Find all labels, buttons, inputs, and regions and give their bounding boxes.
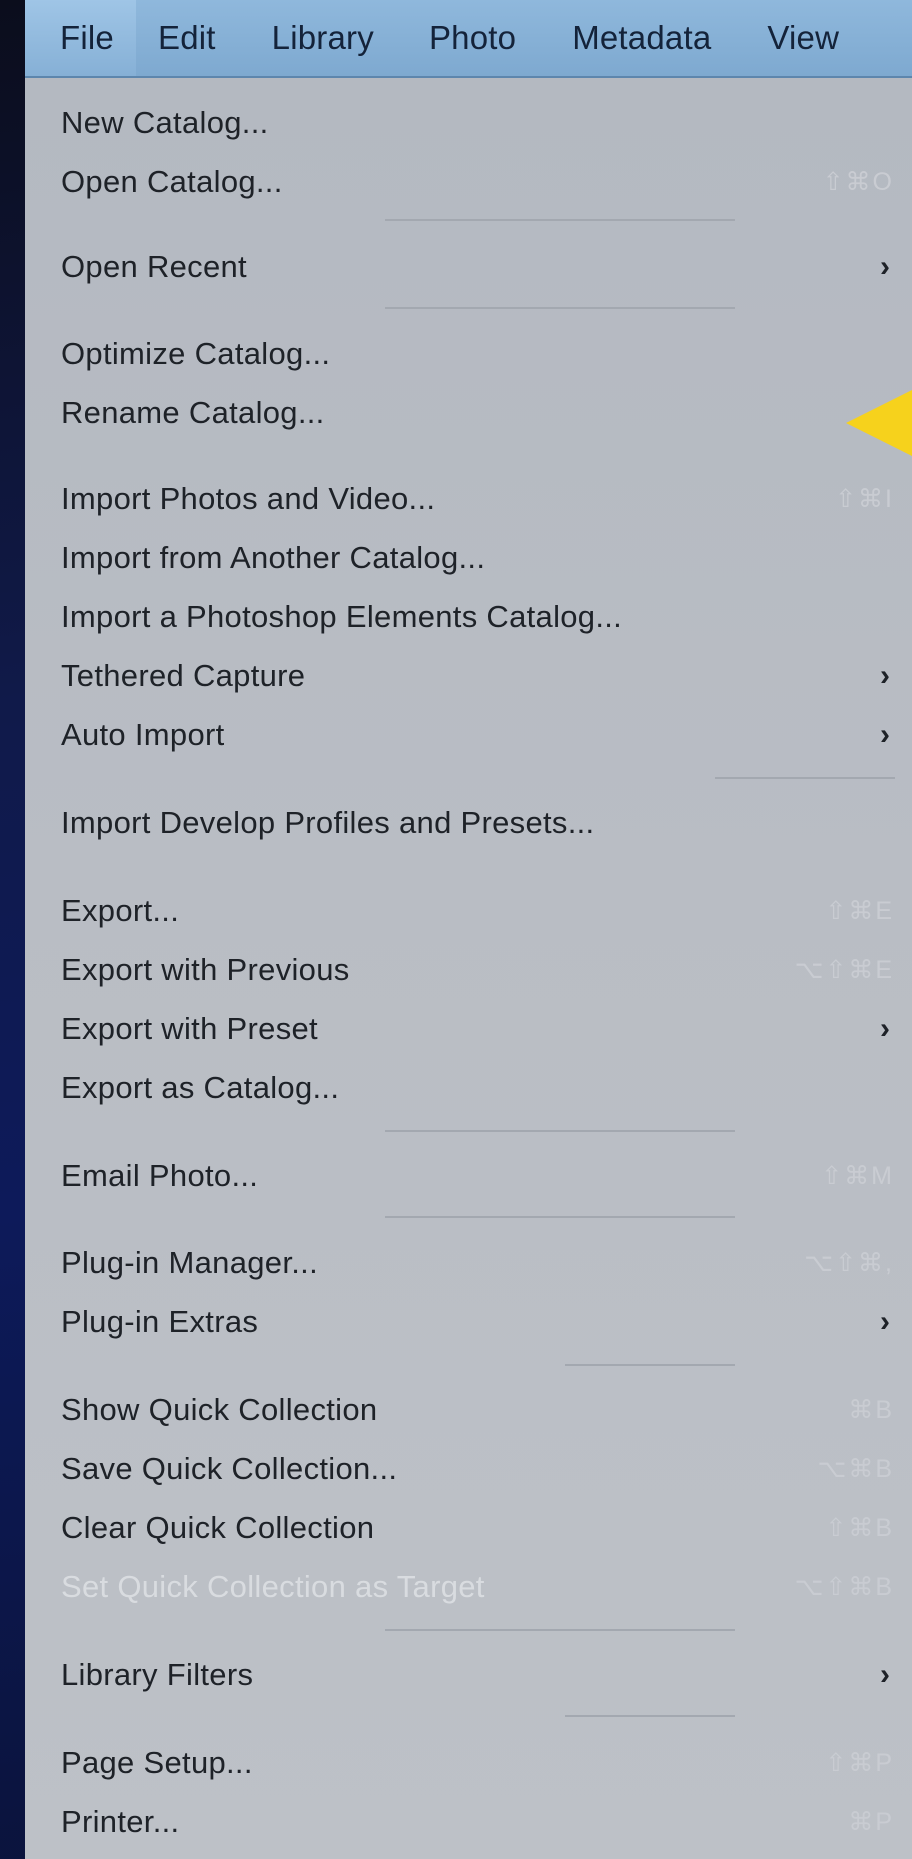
menu-separator <box>715 777 895 779</box>
menu-item-email-photo[interactable]: Email Photo... ⇧⌘M <box>25 1153 912 1203</box>
menu-item-label: Printer... <box>61 1804 180 1839</box>
shortcut-label: ⇧⌘M <box>821 1162 894 1190</box>
menu-item-export-as-catalog[interactable]: Export as Catalog... <box>25 1065 912 1115</box>
menu-item-label: New Catalog... <box>61 105 269 140</box>
submenu-arrow-icon: › <box>880 1012 890 1045</box>
shortcut-label: ⇧⌘I <box>835 485 894 513</box>
submenu-arrow-icon: › <box>880 718 890 751</box>
shortcut-label: ⌘B <box>848 1396 894 1424</box>
menu-item-label: Library Filters <box>61 1657 254 1692</box>
menu-item-clear-quick-collection[interactable]: Clear Quick Collection ⇧⌘B <box>25 1505 912 1555</box>
menu-separator <box>385 1629 735 1631</box>
menu-item-label: Import Develop Profiles and Presets... <box>61 805 595 840</box>
menu-item-label: Plug-in Manager... <box>61 1245 318 1280</box>
menu-item-save-quick-collection[interactable]: Save Quick Collection... ⌥⌘B <box>25 1446 912 1496</box>
menu-item-label: Save Quick Collection... <box>61 1451 398 1486</box>
menu-item-label: Import a Photoshop Elements Catalog... <box>61 599 623 634</box>
menu-separator <box>385 1130 735 1132</box>
shortcut-label: ⇧⌘B <box>825 1514 894 1542</box>
menu-item-label: Import Photos and Video... <box>61 481 436 516</box>
menu-item-label: Export... <box>61 893 180 928</box>
menu-item-label: Rename Catalog... <box>61 395 325 430</box>
menu-item-import-from-catalog[interactable]: Import from Another Catalog... <box>25 535 912 585</box>
menubar-edit[interactable]: Edit <box>136 19 216 57</box>
menu-item-label: Tethered Capture <box>61 658 306 693</box>
menu-item-auto-import[interactable]: Auto Import › <box>25 712 912 762</box>
menu-item-plugin-manager[interactable]: Plug-in Manager... ⌥⇧⌘, <box>25 1240 912 1290</box>
submenu-arrow-icon: › <box>880 1658 890 1691</box>
shortcut-label: ⇧⌘P <box>825 1749 894 1777</box>
menu-item-label: Open Catalog... <box>61 164 283 199</box>
menu-separator <box>385 307 735 309</box>
file-menu-dropdown: New Catalog... Open Catalog... ⇧⌘O Open … <box>25 78 912 1859</box>
menubar-photo[interactable]: Photo <box>374 19 516 57</box>
menu-item-library-filters[interactable]: Library Filters › <box>25 1652 912 1702</box>
menu-bar: File Edit Library Photo Metadata View <box>25 0 912 78</box>
menu-item-import-develop-profiles[interactable]: Import Develop Profiles and Presets... <box>25 800 912 850</box>
submenu-arrow-icon: › <box>880 250 890 283</box>
menu-item-label: Open Recent <box>61 249 247 284</box>
yellow-arrow-pointer-icon <box>846 390 912 456</box>
menu-item-label: Export with Previous <box>61 952 350 987</box>
menu-item-label: Clear Quick Collection <box>61 1510 375 1545</box>
submenu-arrow-icon: › <box>880 659 890 692</box>
menu-item-label: Show Quick Collection <box>61 1392 378 1427</box>
menu-item-plugin-extras[interactable]: Plug-in Extras › <box>25 1299 912 1349</box>
menu-item-label: Auto Import <box>61 717 225 752</box>
menu-item-new-catalog[interactable]: New Catalog... <box>25 100 912 150</box>
menu-item-export-with-previous[interactable]: Export with Previous ⌥⇧⌘E <box>25 947 912 997</box>
menu-item-page-setup[interactable]: Page Setup... ⇧⌘P <box>25 1740 912 1790</box>
menu-separator <box>565 1715 735 1717</box>
menu-item-tethered-capture[interactable]: Tethered Capture › <box>25 653 912 703</box>
menu-item-label: Email Photo... <box>61 1158 259 1193</box>
shortcut-label: ⇧⌘E <box>825 897 894 925</box>
menu-item-label: Page Setup... <box>61 1745 253 1780</box>
menubar-view[interactable]: View <box>711 19 839 57</box>
menu-item-import-photos[interactable]: Import Photos and Video... ⇧⌘I <box>25 476 912 526</box>
menu-item-rename-catalog[interactable]: Rename Catalog... <box>25 390 912 440</box>
submenu-arrow-icon: › <box>880 1305 890 1338</box>
menu-item-label: Set Quick Collection as Target <box>61 1569 485 1604</box>
menu-item-optimize-catalog[interactable]: Optimize Catalog... <box>25 331 912 381</box>
menu-item-label: Export as Catalog... <box>61 1070 340 1105</box>
shortcut-label: ⌥⇧⌘E <box>794 956 894 984</box>
menubar-file[interactable]: File <box>25 0 136 76</box>
menu-separator <box>565 1364 735 1366</box>
menu-separator <box>385 1216 735 1218</box>
menu-item-import-elements-catalog[interactable]: Import a Photoshop Elements Catalog... <box>25 594 912 644</box>
menu-item-printer[interactable]: Printer... ⌘P <box>25 1799 912 1849</box>
menu-item-label: Plug-in Extras <box>61 1304 259 1339</box>
menu-item-label: Optimize Catalog... <box>61 336 331 371</box>
menu-item-show-quick-collection[interactable]: Show Quick Collection ⌘B <box>25 1387 912 1437</box>
shortcut-label: ⌥⇧⌘, <box>804 1249 894 1277</box>
shortcut-label: ⌥⇧⌘B <box>794 1573 894 1601</box>
shortcut-label: ⌘P <box>848 1808 894 1836</box>
menu-item-export[interactable]: Export... ⇧⌘E <box>25 888 912 938</box>
menu-item-label: Import from Another Catalog... <box>61 540 486 575</box>
menu-separator <box>385 219 735 221</box>
menubar-library[interactable]: Library <box>216 19 374 57</box>
menu-item-set-quick-collection-target: Set Quick Collection as Target ⌥⇧⌘B <box>25 1564 912 1614</box>
menu-item-export-with-preset[interactable]: Export with Preset › <box>25 1006 912 1056</box>
shortcut-label: ⇧⌘O <box>822 168 894 196</box>
menu-item-open-catalog[interactable]: Open Catalog... ⇧⌘O <box>25 159 912 209</box>
menu-item-label: Export with Preset <box>61 1011 318 1046</box>
shortcut-label: ⌥⌘B <box>817 1455 894 1483</box>
menu-item-open-recent[interactable]: Open Recent › <box>25 244 912 294</box>
menubar-metadata[interactable]: Metadata <box>516 19 711 57</box>
